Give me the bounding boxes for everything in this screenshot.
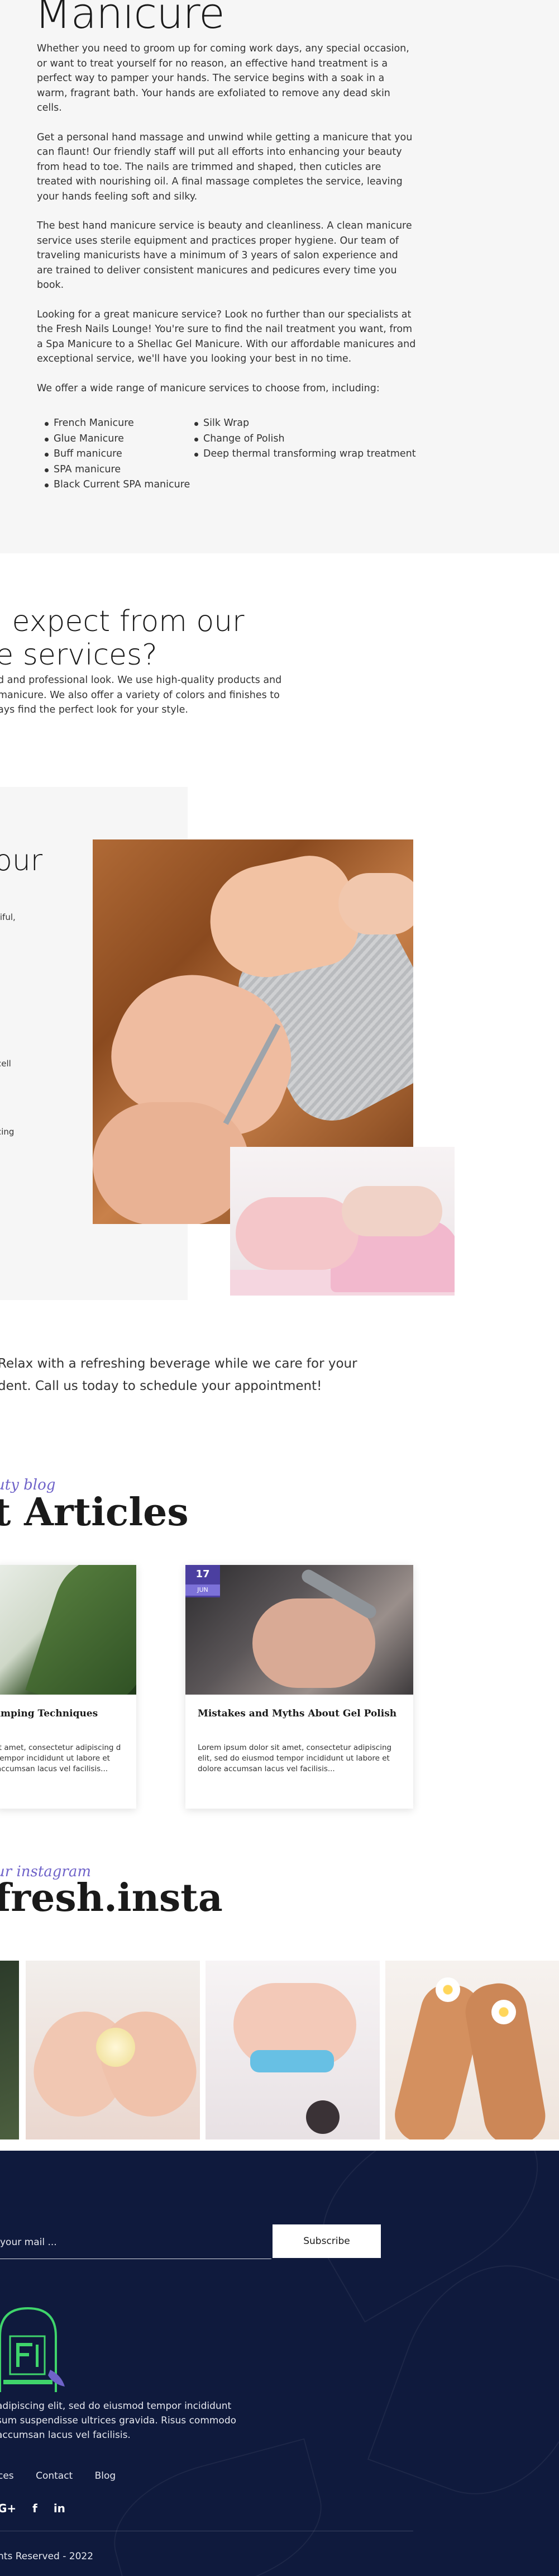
- intro-paragraph: We offer a wide range of manicure servic…: [37, 382, 380, 394]
- intro-paragraph: Whether you need to groom up for coming …: [37, 43, 409, 113]
- services-column-2: Silk Wrap Change of Polish Deep thermal …: [194, 416, 416, 462]
- fresh-nails-logo[interactable]: [0, 2297, 67, 2398]
- manicure-title: Manicure: [35, 0, 225, 38]
- expect-heading-line1: n expect from our: [0, 605, 245, 638]
- facebook-icon[interactable]: f: [32, 2502, 37, 2515]
- expect-heading: n expect from our re services?: [0, 605, 245, 672]
- footer-about-text: adipiscing elit, sed do eiusmod tempor i…: [0, 2401, 237, 2441]
- blog-card-excerpt: it amet, consectetur adipiscing d tempor…: [0, 1743, 121, 1773]
- manicure-intro-section: Manicure Whether you need to groom up fo…: [0, 0, 559, 553]
- footer-link-services[interactable]: ces: [0, 2470, 14, 2482]
- expect-description: d and professional look. We use high-qua…: [0, 675, 282, 715]
- image-side-text: tiful,: [0, 912, 16, 922]
- service-item: Black Current SPA manicure: [45, 477, 190, 493]
- image-side-text: cing: [0, 1127, 15, 1137]
- blog-card-title[interactable]: Mistakes and Myths About Gel Polish: [198, 1708, 396, 1719]
- subscribe-button[interactable]: Subscribe: [273, 2224, 381, 2258]
- instagram-photo[interactable]: [0, 1961, 19, 2139]
- manicure-photo-secondary: [230, 1147, 455, 1296]
- site-footer: Subscribe adipiscing elit, sed do eiusmo…: [0, 2151, 559, 2576]
- date-badge: 17 JUN: [185, 1565, 220, 1597]
- date-day: 17: [195, 1568, 210, 1580]
- linkedin-icon[interactable]: in: [54, 2502, 65, 2515]
- service-item: Deep thermal transforming wrap treatment: [194, 447, 416, 462]
- blog-heading: t Articles: [0, 1490, 189, 1535]
- blog-card-title[interactable]: amping Techniques: [0, 1708, 98, 1719]
- date-month: JUN: [185, 1584, 220, 1596]
- intro-paragraph: The best hand manicure service is beauty…: [37, 220, 412, 291]
- blog-card[interactable]: 17 JUN Mistakes and Myths About Gel Poli…: [185, 1565, 413, 1809]
- image-side-heading: our: [0, 844, 43, 877]
- manicure-description: Whether you need to groom up for coming …: [37, 41, 417, 410]
- google-plus-icon[interactable]: G+: [0, 2502, 16, 2515]
- service-item: French Manicure: [45, 416, 190, 431]
- newsletter-email-input[interactable]: [0, 2226, 271, 2259]
- expect-heading-line2: re services?: [0, 638, 157, 672]
- instagram-photo[interactable]: [385, 1961, 559, 2139]
- service-item: Silk Wrap: [194, 416, 416, 431]
- footer-link-contact[interactable]: Contact: [36, 2470, 73, 2482]
- blog-card[interactable]: amping Techniques it amet, consectetur a…: [0, 1565, 136, 1809]
- copyright-text: nts Reserved - 2022: [0, 2551, 94, 2562]
- social-links: G+ f in: [0, 2502, 78, 2515]
- intro-paragraph: Get a personal hand massage and unwind w…: [37, 131, 413, 202]
- footer-nav: ces Contact Blog: [0, 2470, 135, 2482]
- service-item: SPA manicure: [45, 462, 190, 478]
- blog-card-excerpt: Lorem ipsum dolor sit amet, consectetur …: [198, 1743, 392, 1773]
- image-side-text: cell: [0, 1059, 11, 1069]
- service-item: Change of Polish: [194, 431, 416, 447]
- blog-card-image[interactable]: [0, 1565, 136, 1695]
- instagram-photo[interactable]: [206, 1961, 380, 2139]
- relax-cta-text: Relax with a refreshing beverage while w…: [0, 1356, 357, 1393]
- service-item: Glue Manicure: [45, 431, 190, 447]
- blog-card-image[interactable]: 17 JUN: [185, 1565, 413, 1695]
- footer-link-blog[interactable]: Blog: [95, 2470, 116, 2482]
- leaf-decoration: [99, 2438, 336, 2576]
- intro-paragraph: Looking for a great manicure service? Lo…: [37, 309, 416, 365]
- services-column-1: French Manicure Glue Manicure Buff manic…: [45, 416, 190, 493]
- instagram-photo[interactable]: [26, 1961, 200, 2139]
- service-item: Buff manicure: [45, 447, 190, 462]
- instagram-heading: fresh.insta: [0, 1876, 223, 1920]
